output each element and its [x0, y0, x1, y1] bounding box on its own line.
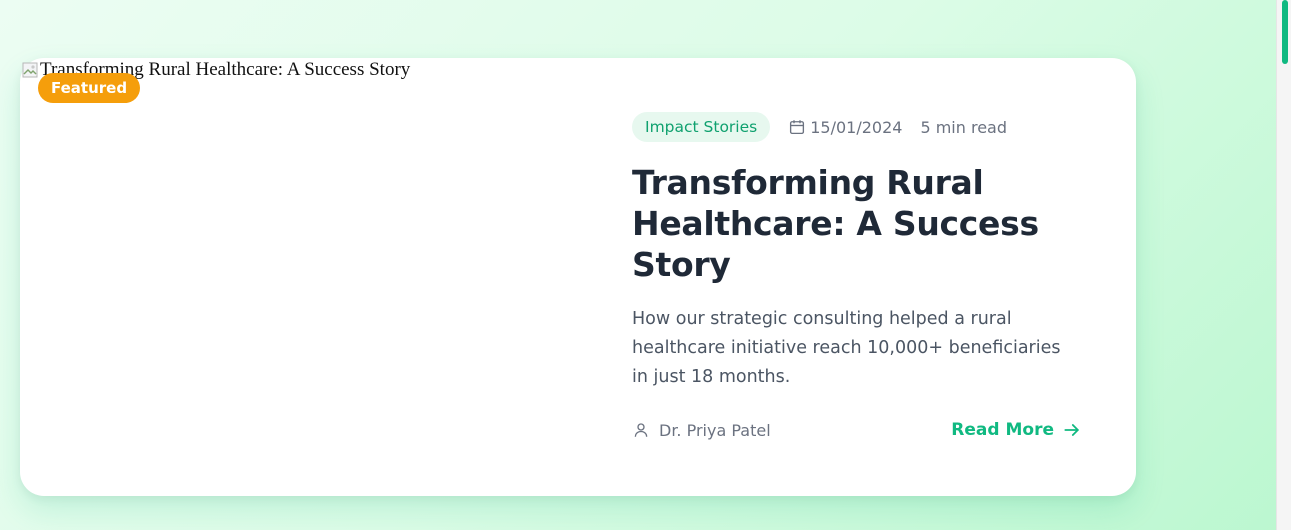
featured-image[interactable]: Transforming Rural Healthcare: A Success…: [20, 58, 598, 496]
calendar-icon: [790, 120, 805, 135]
read-more-link[interactable]: Read More: [951, 420, 1082, 440]
date-wrap: 15/01/2024: [788, 118, 902, 137]
post-date: 15/01/2024: [810, 117, 903, 137]
post-title[interactable]: Transforming Rural Healthcare: A Success…: [632, 162, 1087, 285]
author-name: Dr. Priya Patel: [659, 420, 771, 440]
author-wrap: Dr. Priya Patel: [632, 421, 771, 440]
arrow-right-icon: [1064, 424, 1079, 436]
page-scrollbar[interactable]: [1276, 0, 1291, 530]
post-excerpt: How our strategic consulting helped a ru…: [632, 309, 1061, 387]
category-tag[interactable]: Impact Stories: [632, 112, 771, 142]
user-icon: [634, 423, 648, 437]
scrollbar-thumb[interactable]: [1282, 0, 1288, 64]
read-time: 5 min read: [920, 117, 1008, 137]
card-footer: Dr. Priya Patel Read More: [632, 416, 1082, 444]
card-content: Impact Stories 15/01/2024 5 min read Tra…: [632, 112, 1087, 392]
read-more-label: Read More: [951, 420, 1054, 440]
blog-card: Transforming Rural Healthcare: A Success…: [20, 58, 1136, 496]
broken-image-icon: [22, 62, 38, 78]
featured-badge: Featured: [38, 73, 141, 103]
meta-row: Impact Stories 15/01/2024 5 min read: [632, 112, 1087, 142]
